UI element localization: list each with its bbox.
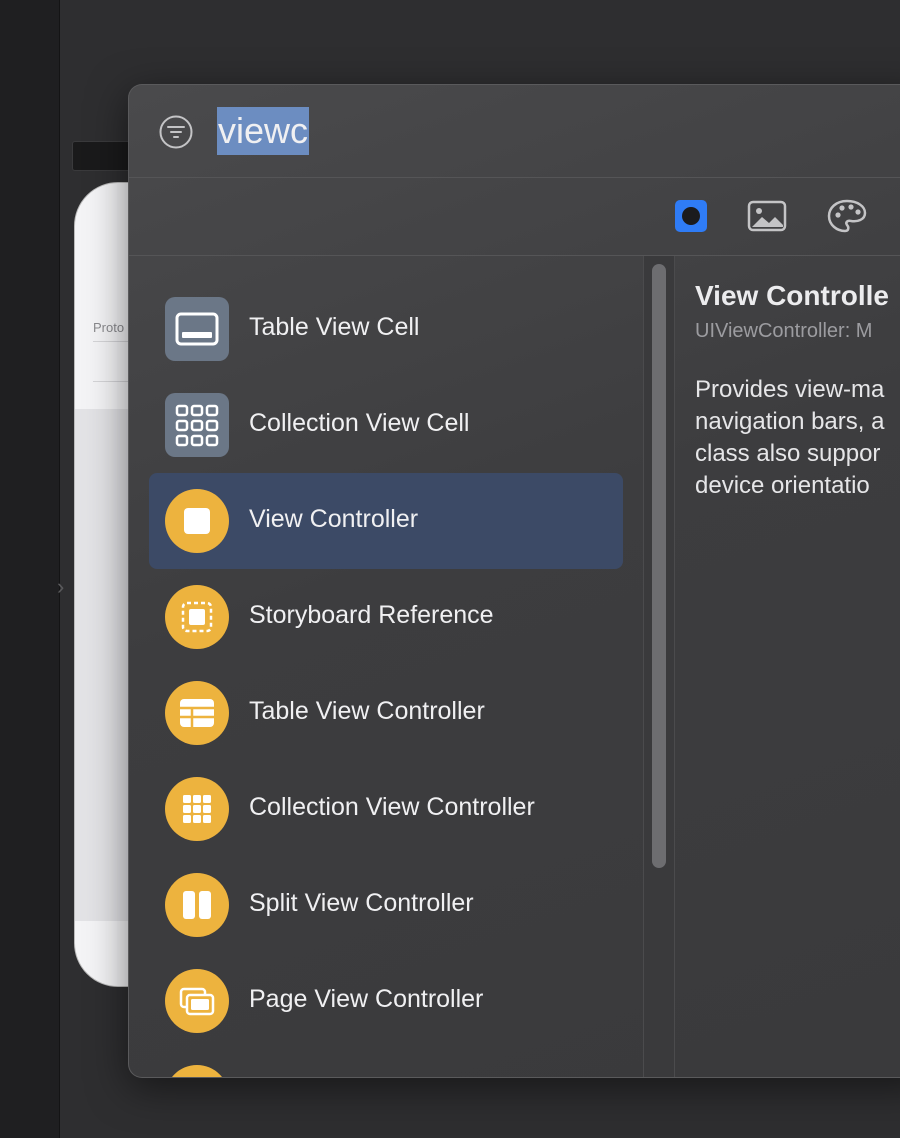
object-library-popover: viewc Table View Cell Collection View Ce… (128, 84, 900, 1078)
split-view-controller-icon (165, 873, 229, 937)
list-item[interactable]: Split View Controller (149, 857, 623, 953)
table-view-cell-icon (165, 297, 229, 361)
detail-description-line: navigation bars, a (695, 408, 885, 435)
list-item-label: Storyboard Reference (249, 601, 494, 629)
detail-description: Provides view-ma navigation bars, a clas… (695, 374, 884, 502)
search-row: viewc (129, 85, 900, 178)
collection-view-controller-icon (165, 777, 229, 841)
collection-view-cell-icon (165, 393, 229, 457)
object-icon (165, 1065, 229, 1077)
library-tabs (129, 178, 900, 256)
objects-tab-icon[interactable] (671, 198, 711, 234)
detail-description-line: class also suppor (695, 440, 881, 467)
detail-subtitle: UIViewController: M (695, 320, 873, 342)
list-scrollbar[interactable] (643, 256, 675, 1077)
list-item[interactable]: Storyboard Reference (149, 569, 623, 665)
list-item-label: Collection View Controller (249, 793, 535, 821)
image-tab-icon[interactable] (747, 198, 787, 234)
scene-prototype-label: Proto (93, 320, 125, 335)
list-item[interactable] (149, 1049, 623, 1077)
detail-description-line: Provides view-ma (695, 376, 885, 403)
list-item-label: View Controller (249, 505, 419, 533)
detail-pane: View Controlle UIViewController: M Provi… (675, 256, 900, 1077)
scrollbar-thumb[interactable] (652, 264, 666, 868)
list-item[interactable]: View Controller (149, 473, 623, 569)
view-controller-icon (165, 489, 229, 553)
list-item[interactable]: Table View Cell (149, 281, 623, 377)
list-item-label: Table View Cell (249, 313, 420, 341)
page-view-controller-icon (165, 969, 229, 1033)
list-item[interactable]: Page View Controller (149, 953, 623, 1049)
list-item[interactable]: Table View Controller (149, 665, 623, 761)
storyboard-reference-icon (165, 585, 229, 649)
detail-title: View Controlle (695, 280, 889, 311)
chevron-right-icon: › (57, 574, 65, 599)
list-item-label: Page View Controller (249, 985, 484, 1013)
object-list: Table View Cell Collection View Cell Vie… (129, 256, 643, 1077)
left-panel-strip (0, 0, 60, 1138)
search-input[interactable]: viewc (217, 107, 310, 155)
table-view-controller-icon (165, 681, 229, 745)
palette-tab-icon[interactable] (827, 198, 867, 234)
list-item-label: Collection View Cell (249, 409, 470, 437)
detail-description-line: device orientatio (695, 472, 870, 499)
list-item[interactable]: Collection View Controller (149, 761, 623, 857)
filter-icon[interactable] (159, 115, 193, 149)
list-item-label: Table View Controller (249, 697, 485, 725)
list-item[interactable]: Collection View Cell (149, 377, 623, 473)
list-item-label: Split View Controller (249, 889, 474, 917)
